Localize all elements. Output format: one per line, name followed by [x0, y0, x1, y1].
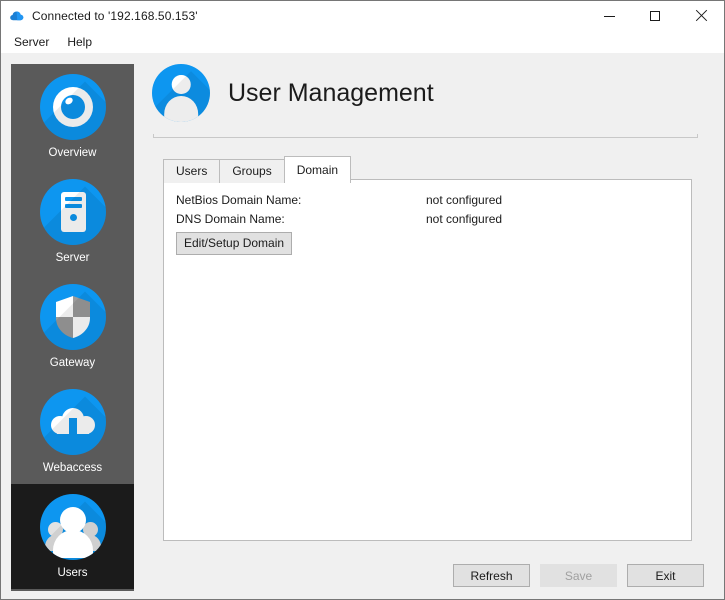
tab-domain[interactable]: Domain — [284, 156, 351, 183]
save-button: Save — [540, 564, 617, 587]
sidebar-item-label: Webaccess — [43, 462, 102, 474]
maximize-button[interactable] — [632, 1, 678, 31]
field-label: DNS Domain Name: — [176, 212, 426, 226]
maximize-icon — [650, 11, 660, 21]
field-netbios-domain-name: NetBios Domain Name: not configured — [176, 193, 676, 207]
menu-bar: Server Help — [1, 31, 724, 53]
close-button[interactable] — [678, 1, 724, 31]
minimize-icon — [604, 16, 615, 17]
page-header: User Management — [152, 64, 434, 122]
application-window: Connected to '192.168.50.153' Server Hel… — [0, 0, 725, 600]
shield-icon — [40, 284, 106, 350]
window-title: Connected to '192.168.50.153' — [32, 9, 198, 23]
users-icon — [40, 494, 106, 560]
user-avatar-icon — [152, 64, 210, 122]
sidebar-item-server[interactable]: Server — [11, 169, 134, 274]
minimize-button[interactable] — [586, 1, 632, 31]
menu-item-server[interactable]: Server — [6, 33, 57, 51]
tab-strip: Users Groups Domain — [163, 156, 350, 183]
sidebar-item-gateway[interactable]: Gateway — [11, 274, 134, 379]
exit-button[interactable]: Exit — [627, 564, 704, 587]
domain-tab-panel: NetBios Domain Name: not configured DNS … — [163, 179, 692, 541]
edit-setup-domain-button[interactable]: Edit/Setup Domain — [176, 232, 292, 255]
sidebar-item-label: Gateway — [50, 357, 95, 369]
refresh-button[interactable]: Refresh — [453, 564, 530, 587]
sidebar-item-users[interactable]: Users — [11, 484, 134, 589]
title-bar: Connected to '192.168.50.153' — [1, 1, 724, 31]
sidebar-item-label: Server — [56, 252, 90, 264]
sidebar-item-label: Overview — [49, 147, 97, 159]
close-icon — [695, 10, 707, 22]
footer-buttons: Refresh Save Exit — [453, 564, 704, 587]
tab-groups[interactable]: Groups — [219, 159, 284, 183]
sidebar-item-webaccess[interactable]: Webaccess — [11, 379, 134, 484]
tab-users[interactable]: Users — [163, 159, 220, 183]
main-area: Overview Server — [1, 53, 724, 599]
cloud-icon — [9, 8, 25, 24]
field-label: NetBios Domain Name: — [176, 193, 426, 207]
header-divider — [153, 137, 698, 138]
field-value: not configured — [426, 193, 502, 207]
sidebar-item-overview[interactable]: Overview — [11, 64, 134, 169]
field-dns-domain-name: DNS Domain Name: not configured — [176, 212, 676, 226]
sidebar-item-label: Users — [57, 567, 87, 579]
page-title: User Management — [228, 79, 434, 108]
content-column: User Management Users Groups Domain NetB… — [144, 53, 714, 599]
field-value: not configured — [426, 212, 502, 226]
menu-item-help[interactable]: Help — [59, 33, 100, 51]
tower-icon — [40, 179, 106, 245]
eye-icon — [40, 74, 106, 140]
window-controls — [586, 1, 724, 31]
cloud-icon — [40, 389, 106, 455]
sidebar: Overview Server — [11, 64, 134, 591]
